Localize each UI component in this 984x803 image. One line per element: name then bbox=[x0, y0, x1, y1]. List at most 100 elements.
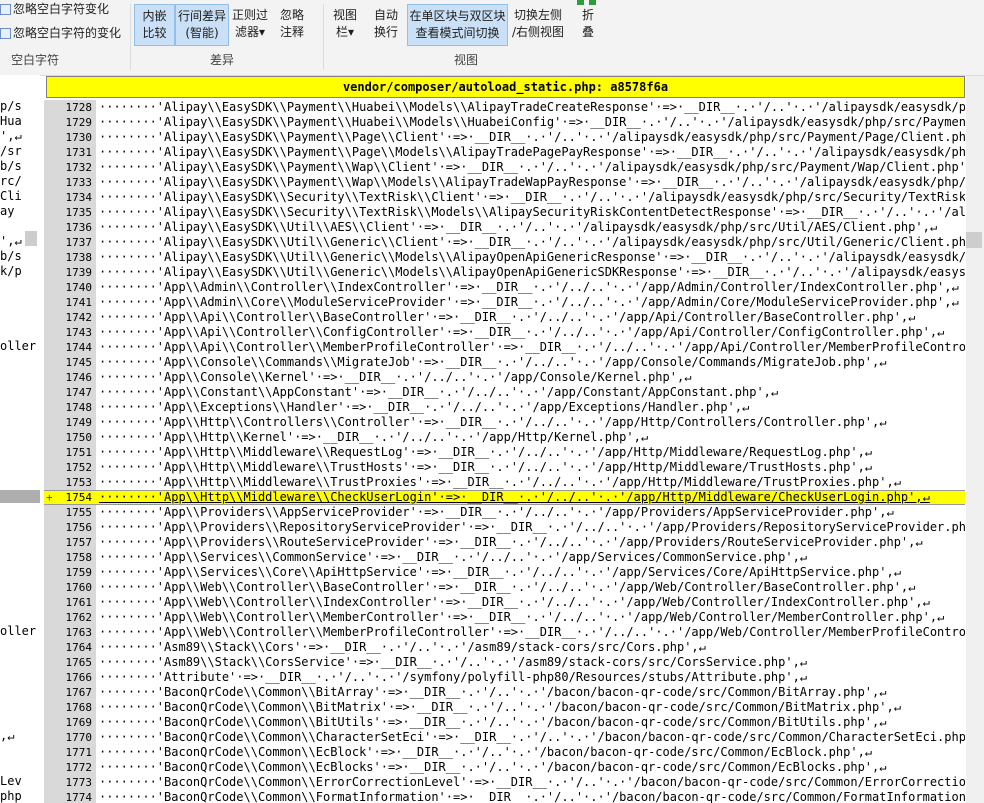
line-number: 1752 bbox=[65, 461, 93, 474]
code-text: ········'Alipay\\EasySDK\\Util\\Generic\… bbox=[99, 250, 965, 264]
code-line[interactable]: 1764 ········'Asm89\\Stack\\Cors'·=>·__DI… bbox=[44, 640, 965, 655]
code-line[interactable]: 1747 ········'App\\Constant\\AppConstant'… bbox=[44, 385, 965, 400]
code-line[interactable]: 1745 ········'App\\Console\\Commands\\Mig… bbox=[44, 355, 965, 370]
code-line[interactable]: 1751 ········'App\\Http\\Middleware\\Requ… bbox=[44, 445, 965, 460]
code-line[interactable]: 1741 ········'App\\Admin\\Core\\ModuleSer… bbox=[44, 295, 965, 310]
code-line-added-highlighted[interactable]: +1754 ········'App\\Http\\Middleware\\Che… bbox=[44, 490, 965, 505]
ignore-comments-button[interactable]: 忽略 注释 bbox=[272, 4, 312, 46]
line-number: 1772 bbox=[65, 761, 93, 774]
code-text: ········'Asm89\\Stack\\CorsService'·=>·_… bbox=[99, 655, 808, 669]
line-number: 1740 bbox=[65, 281, 93, 294]
code-line[interactable]: 1739 ········'Alipay\\EasySDK\\Util\\Gene… bbox=[44, 265, 966, 280]
left-pane-text: b/s bbox=[0, 159, 22, 173]
line-diff-smart-button[interactable]: 行间差异 (智能) bbox=[175, 4, 229, 46]
line-number: 1767 bbox=[65, 686, 93, 699]
code-line[interactable]: 1734 ········'Alipay\\EasySDK\\Security\\… bbox=[44, 190, 966, 205]
left-pane-text: Lev bbox=[0, 774, 22, 788]
ignore-whitespace-variation-option[interactable]: 忽略空白字符的变化 bbox=[0, 24, 121, 42]
code-line[interactable]: 1774 ········'BaconQrCode\\Common\\Format… bbox=[44, 790, 966, 803]
line-number: 1734 bbox=[65, 191, 93, 204]
whitespace-group-label: 空白字符 bbox=[10, 53, 59, 67]
code-line[interactable]: 1750 ········'App\\Http\\Kernel'·=>·__DIR… bbox=[44, 430, 965, 445]
left-scrollbar-thumb[interactable] bbox=[25, 231, 37, 246]
code-text: ········'Alipay\\EasySDK\\Security\\Text… bbox=[99, 190, 965, 204]
line-number: 1731 bbox=[65, 146, 93, 159]
code-line[interactable]: 1772 ········'BaconQrCode\\Common\\EcBloc… bbox=[44, 760, 965, 775]
code-line[interactable]: 1729 ········'Alipay\\EasySDK\\Payment\\H… bbox=[44, 115, 966, 130]
code-text: ········'App\\Http\\Kernel'·=>·__DIR__·.… bbox=[99, 430, 649, 444]
code-line[interactable]: 1755 ········'App\\Providers\\AppServiceP… bbox=[44, 505, 965, 520]
code-text: ········'BaconQrCode\\Common\\ErrorCorre… bbox=[99, 775, 965, 789]
code-view[interactable]: 1728 ········'Alipay\\EasySDK\\Payment\\H… bbox=[44, 100, 965, 803]
code-line[interactable]: 1738 ········'Alipay\\EasySDK\\Util\\Gene… bbox=[44, 250, 966, 265]
switch-left-right-button[interactable]: 切换左侧 /右侧视图 bbox=[510, 4, 566, 46]
code-line[interactable]: 1757 ········'App\\Providers\\RouteServic… bbox=[44, 535, 965, 550]
regex-filter-button[interactable]: 正则过 滤器▾ bbox=[229, 4, 271, 46]
code-line[interactable]: 1759 ········'App\\Services\\Core\\ApiHtt… bbox=[44, 565, 965, 580]
code-line[interactable]: 1769 ········'BaconQrCode\\Common\\BitUti… bbox=[44, 715, 965, 730]
code-line[interactable]: 1732 ········'Alipay\\EasySDK\\Payment\\W… bbox=[44, 160, 966, 175]
line-number: 1745 bbox=[65, 356, 93, 369]
code-text: ········'Alipay\\EasySDK\\Util\\AES\\Cli… bbox=[99, 220, 938, 234]
code-line[interactable]: 1763 ········'App\\Web\\Controller\\Membe… bbox=[44, 625, 966, 640]
code-text: ········'Alipay\\EasySDK\\Payment\\Huabe… bbox=[99, 100, 965, 114]
left-pane-text: Hua bbox=[0, 114, 22, 128]
code-text: ········'App\\Http\\Middleware\\RequestL… bbox=[99, 445, 873, 459]
code-line[interactable]: 1736 ········'Alipay\\EasySDK\\Util\\AES\… bbox=[44, 220, 965, 235]
code-text: ········'App\\Api\\Controller\\BaseContr… bbox=[99, 310, 916, 324]
line-number: 1728 bbox=[65, 101, 93, 114]
line-number: 1730 bbox=[65, 131, 93, 144]
line-number: 1741 bbox=[65, 296, 93, 309]
code-text: ········'BaconQrCode\\Common\\FormatInfo… bbox=[99, 790, 965, 803]
code-line[interactable]: 1742 ········'App\\Api\\Controller\\BaseC… bbox=[44, 310, 965, 325]
code-line[interactable]: 1735 ········'Alipay\\EasySDK\\Security\\… bbox=[44, 205, 966, 220]
code-line[interactable]: 1765 ········'Asm89\\Stack\\CorsService'·… bbox=[44, 655, 965, 670]
code-line[interactable]: 1728 ········'Alipay\\EasySDK\\Payment\\H… bbox=[44, 100, 966, 115]
line-number: 1754 bbox=[65, 491, 93, 504]
code-line[interactable]: 1753 ········'App\\Http\\Middleware\\Trus… bbox=[44, 475, 965, 490]
code-line[interactable]: 1756 ········'App\\Providers\\RepositoryS… bbox=[44, 520, 966, 535]
code-line[interactable]: 1762 ········'App\\Web\\Controller\\Membe… bbox=[44, 610, 965, 625]
code-line[interactable]: 1767 ········'BaconQrCode\\Common\\BitArr… bbox=[44, 685, 965, 700]
right-scrollbar[interactable] bbox=[966, 76, 984, 803]
code-line[interactable]: 1766 ········'Attribute'·=>·__DIR__·.·'/.… bbox=[44, 670, 965, 685]
code-line[interactable]: 1752 ········'App\\Http\\Middleware\\Trus… bbox=[44, 460, 965, 475]
right-scrollbar-thumb[interactable] bbox=[966, 232, 982, 248]
code-line[interactable]: 1746 ········'App\\Console\\Kernel'·=>·__… bbox=[44, 370, 965, 385]
code-line[interactable]: 1730 ········'Alipay\\EasySDK\\Payment\\P… bbox=[44, 130, 966, 145]
code-text: ········'App\\Http\\Middleware\\CheckUse… bbox=[99, 490, 930, 504]
auto-wrap-button[interactable]: 自动 换行 bbox=[366, 4, 406, 46]
code-line[interactable]: 1740 ········'App\\Admin\\Controller\\Ind… bbox=[44, 280, 965, 295]
code-line[interactable]: 1737 ········'Alipay\\EasySDK\\Util\\Gene… bbox=[44, 235, 966, 250]
dropdown-arrow-icon: ▾ bbox=[347, 25, 355, 39]
code-text: ········'BaconQrCode\\Common\\EcBlocks'·… bbox=[99, 760, 887, 774]
code-line[interactable]: 1773 ········'BaconQrCode\\Common\\ErrorC… bbox=[44, 775, 966, 790]
code-text: ········'App\\Services\\Core\\ApiHttpSer… bbox=[99, 565, 901, 579]
code-line[interactable]: 1748 ········'App\\Exceptions\\Handler'·=… bbox=[44, 400, 965, 415]
code-text: ········'App\\Http\\Middleware\\TrustHos… bbox=[99, 460, 873, 474]
code-line[interactable]: 1758 ········'App\\Services\\CommonServic… bbox=[44, 550, 965, 565]
code-line[interactable]: 1744 ········'App\\Api\\Controller\\Membe… bbox=[44, 340, 966, 355]
inline-compare-button[interactable]: 内嵌 比较 bbox=[134, 4, 175, 46]
code-line[interactable]: 1761 ········'App\\Web\\Controller\\Index… bbox=[44, 595, 965, 610]
dropdown-arrow-icon: ▾ bbox=[258, 25, 266, 39]
code-line[interactable]: 1731 ········'Alipay\\EasySDK\\Payment\\P… bbox=[44, 145, 966, 160]
code-line[interactable]: 1743 ········'App\\Api\\Controller\\Confi… bbox=[44, 325, 965, 340]
ignore-whitespace-change-option[interactable]: 忽略空白字符变化 bbox=[0, 0, 109, 18]
line-number: 1770 bbox=[65, 731, 93, 744]
code-text: ········'Alipay\\EasySDK\\Payment\\Wap\\… bbox=[99, 160, 965, 174]
left-file-pane[interactable]: p/s Hua ',↵ /sr b/s rc/ Cli ay ',↵ b/s k… bbox=[0, 75, 40, 803]
code-line[interactable]: 1770 ········'BaconQrCode\\Common\\Charac… bbox=[44, 730, 966, 745]
left-pane-text: ',↵ bbox=[0, 234, 22, 248]
fold-button[interactable]: 折 叠 bbox=[574, 4, 602, 46]
code-text: ········'App\\Http\\Controllers\\Control… bbox=[99, 415, 887, 429]
code-line[interactable]: 1771 ········'BaconQrCode\\Common\\EcBloc… bbox=[44, 745, 965, 760]
left-pane-divider bbox=[0, 490, 40, 503]
code-line[interactable]: 1760 ········'App\\Web\\Controller\\BaseC… bbox=[44, 580, 965, 595]
line-number: 1764 bbox=[65, 641, 93, 654]
code-line[interactable]: 1768 ········'BaconQrCode\\Common\\BitMat… bbox=[44, 700, 965, 715]
code-line[interactable]: 1733 ········'Alipay\\EasySDK\\Payment\\W… bbox=[44, 175, 966, 190]
view-bar-button[interactable]: 视图 栏▾ bbox=[327, 4, 363, 46]
single-double-pane-toggle-button[interactable]: 在单区块与双区块 查看模式间切换 bbox=[407, 4, 508, 46]
code-line[interactable]: 1749 ········'App\\Http\\Controllers\\Con… bbox=[44, 415, 965, 430]
